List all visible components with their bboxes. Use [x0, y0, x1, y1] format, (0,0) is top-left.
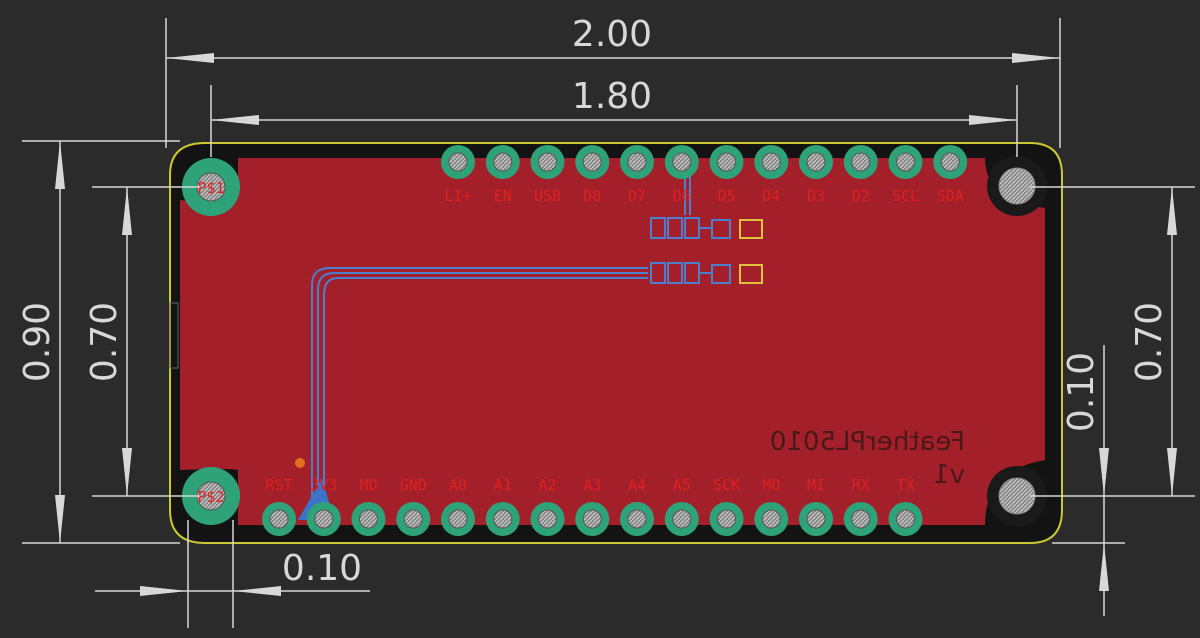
- bottom-header-pin-pad: [530, 502, 565, 536]
- bottom-header-pin-pad: [664, 502, 699, 536]
- top-header-pin-label: D2: [852, 187, 870, 205]
- top-header-pin-pad: [888, 145, 923, 179]
- top-header-pin-label: D3: [807, 187, 825, 205]
- dim-hole-offset-right: 0.10: [1061, 352, 1102, 432]
- copper-pour: [180, 158, 1045, 525]
- bottom-header-pin-pad: [709, 502, 744, 536]
- bottom-header-pin-pad: [485, 502, 520, 536]
- bottom-header-pin-label: A0: [449, 476, 467, 494]
- dim-hole-offset-bottom: 0.10: [282, 548, 362, 589]
- bottom-header-pin-label: RST: [265, 476, 292, 494]
- dim-overall-width: 2.00: [572, 14, 652, 55]
- bottom-header-pin-label: A2: [538, 476, 556, 494]
- bottom-header-pin-label: A3: [583, 476, 601, 494]
- bottom-header-pin-label: A4: [628, 476, 646, 494]
- bottom-header-pads: [262, 502, 923, 536]
- top-header-pin-label: USB: [534, 187, 561, 205]
- hole-label-p1: P$1: [197, 179, 224, 197]
- top-header-pin-label: EN: [494, 187, 512, 205]
- bottom-header-pin-label: TX: [896, 476, 914, 494]
- top-header-pin-pad: [843, 145, 878, 179]
- via-dot: [295, 458, 305, 468]
- pcb-layout-canvas: LI+ EN USB D8 D7 D6 D5 D4 D3 D2 SCL SDA RST 3V3 MD GND…: [17, 14, 1195, 628]
- bottom-header-pin-label: MO: [762, 476, 780, 494]
- bottom-header-pin-label: A1: [494, 476, 512, 494]
- dim-hole-spacing-height-left: 0.70: [84, 302, 125, 382]
- top-header-pin-label: D8: [583, 187, 601, 205]
- bottom-header-pin-pad: [306, 502, 341, 536]
- top-header-pin-pad: [664, 145, 699, 179]
- bottom-header-pin-label: SCK: [713, 476, 740, 494]
- bottom-header-labels: RST 3V3 MD GND A0 A1 A2 A3 A4 A5 SCK MO MI RX TX: [265, 476, 914, 494]
- dim-hole-spacing-width: 1.80: [572, 76, 652, 117]
- top-header-pin-pad: [754, 145, 789, 179]
- top-header-pin-label: SDA: [937, 187, 964, 205]
- dim-hole-spacing-height-right: 0.70: [1129, 302, 1170, 382]
- bottom-header-pin-pad: [888, 502, 923, 536]
- top-header-pin-pad: [441, 145, 475, 179]
- top-header-pin-pad: [530, 145, 565, 179]
- bottom-header-pin-pad: [396, 502, 431, 536]
- bottom-header-pin-label: MI: [807, 476, 825, 494]
- top-header-pin-pad: [933, 145, 968, 179]
- top-header-pin-pad: [799, 145, 833, 179]
- bottom-header-pin-label: 3V3: [310, 476, 337, 494]
- bottom-header-pin-pad: [754, 502, 789, 536]
- bottom-header-pin-pad: [351, 502, 386, 536]
- top-header-pin-pad: [709, 145, 744, 179]
- bottom-header-pin-pad: [262, 502, 296, 536]
- top-header-pin-label: D5: [717, 187, 735, 205]
- top-header-pin-pad: [575, 145, 610, 179]
- hole-label-p2: P$2: [197, 488, 224, 506]
- bottom-header-pin-label: A5: [673, 476, 691, 494]
- bottom-header-pin-pad: [799, 502, 833, 536]
- dim-overall-height: 0.90: [17, 302, 58, 382]
- mounting-hole-top-right: [987, 156, 1047, 216]
- bottom-header-pin-pad: [575, 502, 610, 536]
- top-header-pin-label: LI+: [444, 187, 471, 205]
- silkscreen-version: v1: [933, 460, 965, 490]
- bottom-header-pin-pad: [441, 502, 475, 536]
- bottom-header-pin-label: RX: [852, 476, 870, 494]
- top-header-pin-label: D7: [628, 187, 646, 205]
- top-header-pin-pad: [485, 145, 520, 179]
- top-header-pin-label: D4: [762, 187, 780, 205]
- bottom-header-pin-pad: [620, 502, 654, 536]
- top-header-pin-pad: [620, 145, 654, 179]
- silkscreen-board-name: FeatherPL5010: [770, 427, 965, 457]
- top-header-pin-label: D6: [673, 187, 691, 205]
- bottom-header-pin-label: GND: [400, 476, 427, 494]
- top-header-pin-label: SCL: [892, 187, 919, 205]
- bottom-header-pin-pad: [843, 502, 878, 536]
- bottom-header-pin-label: MD: [359, 476, 377, 494]
